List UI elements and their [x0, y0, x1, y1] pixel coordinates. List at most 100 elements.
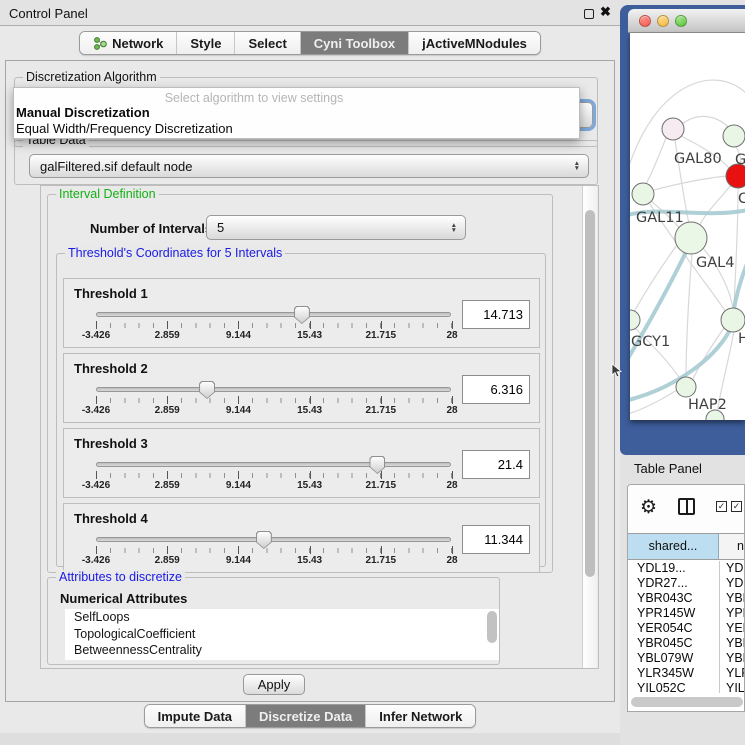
column-header-shared-name[interactable]: shared...: [628, 534, 719, 559]
table-row[interactable]: YBR043C YBR0: [628, 591, 745, 606]
cell-shared-name[interactable]: YPR145W: [628, 606, 719, 621]
node-gal11[interactable]: [632, 183, 654, 205]
cell-shared-name[interactable]: YDL19...: [628, 561, 719, 576]
threshold-value-field[interactable]: 6.316: [462, 375, 530, 404]
major-tick: [96, 471, 97, 479]
major-tick: [310, 546, 311, 554]
cell-name[interactable]: YPR1: [719, 606, 745, 621]
cell-name[interactable]: YDL1: [719, 561, 745, 576]
major-tick: [238, 546, 239, 554]
tab-style[interactable]: Style: [177, 32, 235, 54]
checkbox-icon[interactable]: ✓: [731, 501, 742, 512]
cell-name[interactable]: YIL0: [719, 681, 745, 693]
float-window-icon[interactable]: [584, 9, 594, 19]
cell-shared-name[interactable]: YER054C: [628, 621, 719, 636]
cell-shared-name[interactable]: YBL079W: [628, 651, 719, 666]
table-row[interactable]: YIL052C YIL0: [628, 681, 745, 693]
cell-shared-name[interactable]: YBR045C: [628, 636, 719, 651]
popup-option-equal-width[interactable]: Equal Width/Frequency Discretization: [14, 121, 579, 137]
number-of-intervals-spinner[interactable]: 5 ▲▼: [206, 215, 466, 240]
node-gal4[interactable]: [675, 222, 707, 254]
tick-label: -3.426: [82, 555, 110, 566]
apply-button[interactable]: Apply: [243, 674, 305, 695]
list-scrollbar[interactable]: [487, 611, 497, 643]
node-gal80[interactable]: [662, 118, 684, 140]
table-row[interactable]: YLR345W YLR3: [628, 666, 745, 681]
numerical-attributes-heading: Numerical Attributes: [60, 591, 187, 606]
table-row[interactable]: YER054C YER0: [628, 621, 745, 636]
cell-name[interactable]: YBR0: [719, 636, 745, 651]
table-row[interactable]: YBL079W YBL0: [628, 651, 745, 666]
tick-label: 15.43: [297, 480, 322, 491]
node-h[interactable]: [721, 308, 745, 332]
bottom-tab-discretize-data[interactable]: Discretize Data: [246, 705, 366, 727]
bottom-tab-infer-network[interactable]: Infer Network: [366, 705, 475, 727]
node-gcy1[interactable]: [630, 310, 640, 330]
close-traffic-light[interactable]: [639, 15, 651, 27]
node-top-right[interactable]: [723, 125, 745, 147]
threshold-value-field[interactable]: 14.713: [462, 300, 530, 329]
tick-label: 9.144: [226, 555, 251, 566]
major-tick: [238, 471, 239, 479]
major-tick: [96, 546, 97, 554]
threshold-slider[interactable]: [96, 387, 451, 392]
threshold-slider[interactable]: [96, 537, 451, 542]
cell-name[interactable]: YBL0: [719, 651, 745, 666]
close-icon[interactable]: ✖: [600, 4, 611, 20]
cell-name[interactable]: YBR0: [719, 591, 745, 606]
tab-network[interactable]: Network: [80, 32, 177, 54]
combo-arrows-icon: ▲▼: [574, 161, 580, 171]
number-of-intervals-value: 5: [207, 220, 224, 235]
cell-name[interactable]: YLR3: [719, 666, 745, 681]
cell-shared-name[interactable]: YIL052C: [628, 681, 719, 693]
cell-name[interactable]: YDR2: [719, 576, 745, 591]
cell-name[interactable]: YER0: [719, 621, 745, 636]
bottom-strip: [0, 733, 620, 745]
major-tick: [167, 546, 168, 554]
threshold-slider[interactable]: [96, 462, 451, 467]
attribute-list-item[interactable]: BetweennessCentrality: [65, 642, 499, 659]
column-layout-icon[interactable]: [678, 498, 695, 515]
tick-label: 21.715: [366, 480, 397, 491]
major-tick: [238, 321, 239, 329]
control-panel-titlebar: Control Panel ✖: [0, 0, 620, 26]
major-tick: [238, 396, 239, 404]
horizontal-scrollbar[interactable]: [631, 697, 743, 707]
attribute-list-item[interactable]: TopologicalCoefficient: [65, 626, 499, 643]
major-tick: [452, 471, 453, 479]
node-hap2[interactable]: [676, 377, 696, 397]
gear-icon[interactable]: ⚙: [640, 496, 657, 519]
vertical-scrollbar[interactable]: [582, 186, 597, 668]
tab-select[interactable]: Select: [235, 32, 300, 54]
attribute-list-item[interactable]: SelfLoops: [65, 609, 499, 626]
cell-shared-name[interactable]: YDR27...: [628, 576, 719, 591]
cell-shared-name[interactable]: YBR043C: [628, 591, 719, 606]
numerical-attributes-list[interactable]: SelfLoopsTopologicalCoefficientBetweenne…: [65, 609, 499, 660]
tick-label: 28: [446, 330, 457, 341]
control-panel-window: Control Panel ✖ NetworkStyleSelectCyni T…: [0, 0, 620, 745]
column-header-name[interactable]: n: [719, 534, 745, 559]
table-data-combobox[interactable]: galFiltered.sif default node ▲▼: [29, 154, 589, 178]
tick-label: -3.426: [82, 330, 110, 341]
minor-ticks: [96, 548, 452, 553]
bottom-tab-impute-data[interactable]: Impute Data: [145, 705, 246, 727]
cell-shared-name[interactable]: YLR345W: [628, 666, 719, 681]
table-row[interactable]: YDL19... YDL1: [628, 561, 745, 576]
network-canvas[interactable]: GAL80 GA C GAL11 GAL4 GCY1 H HAP2: [630, 33, 745, 420]
popup-placeholder: Select algorithm to view settings: [14, 91, 494, 105]
popup-option-manual[interactable]: Manual Discretization: [14, 105, 579, 121]
threshold-panel: Threshold 1 -3.4262.8599.14415.4321.7152…: [63, 278, 540, 348]
threshold-value-field[interactable]: 21.4: [462, 450, 530, 479]
table-row[interactable]: YPR145W YPR1: [628, 606, 745, 621]
threshold-value-field[interactable]: 11.344: [462, 525, 530, 554]
major-tick: [310, 396, 311, 404]
table-row[interactable]: YDR27... YDR2: [628, 576, 745, 591]
table-row[interactable]: YBR045C YBR0: [628, 636, 745, 651]
minimize-traffic-light[interactable]: [657, 15, 669, 27]
vertical-scrollbar-thumb[interactable]: [585, 210, 595, 577]
tab-jactivemnodules[interactable]: jActiveMNodules: [409, 32, 540, 54]
tab-cyni-toolbox[interactable]: Cyni Toolbox: [301, 32, 409, 54]
threshold-slider[interactable]: [96, 312, 451, 317]
zoom-traffic-light[interactable]: [675, 15, 687, 27]
checkbox-icon[interactable]: ✓: [716, 501, 727, 512]
